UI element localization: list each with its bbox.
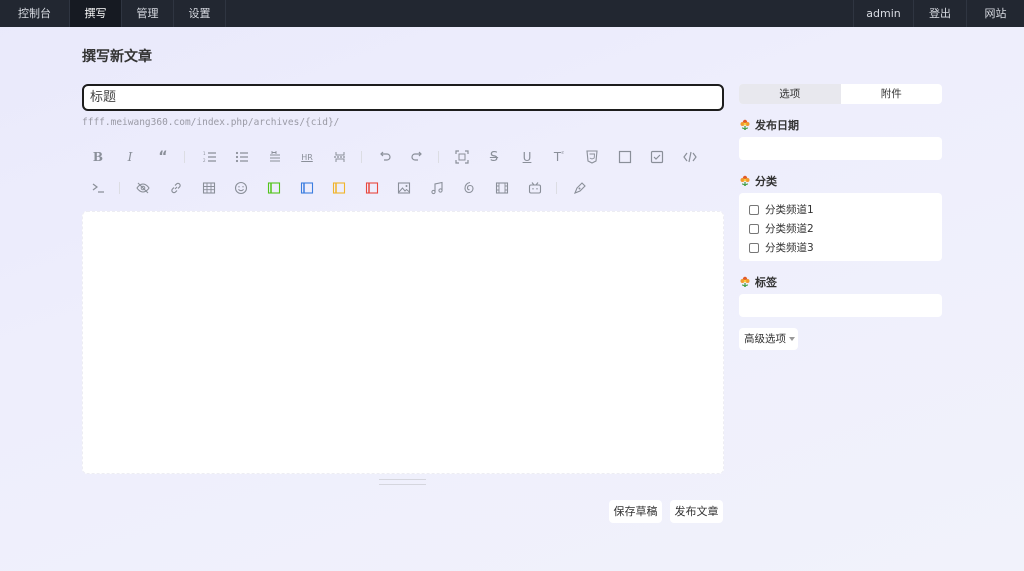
publish-button[interactable]: 发布文章: [670, 500, 723, 523]
toolbar-divider: [119, 182, 120, 194]
category-checkbox[interactable]: [749, 204, 759, 215]
unordered-list-icon[interactable]: [231, 146, 253, 168]
hr-icon[interactable]: HR: [296, 146, 318, 168]
tab-options[interactable]: 选项: [739, 84, 841, 104]
html-icon[interactable]: [581, 146, 603, 168]
undo-icon[interactable]: [374, 146, 396, 168]
music-icon[interactable]: [426, 177, 448, 199]
editor-resize-handle[interactable]: [379, 479, 426, 485]
tab-attachments[interactable]: 附件: [841, 84, 943, 104]
callout-red-icon[interactable]: [361, 177, 383, 199]
top-nav: 控制台 撰写 管理 设置 admin 登出 网站: [0, 0, 1024, 27]
advanced-options-button[interactable]: 高级选项: [739, 328, 798, 350]
link-icon[interactable]: [165, 177, 187, 199]
nav-left: 控制台 撰写 管理 设置: [0, 0, 226, 27]
callout-green-icon[interactable]: [263, 177, 285, 199]
toolbar-divider: [361, 151, 362, 163]
svg-text:2: 2: [203, 158, 206, 163]
pen-icon[interactable]: [569, 177, 591, 199]
nav-website[interactable]: 网站: [966, 0, 1024, 27]
video-icon[interactable]: [491, 177, 513, 199]
publish-date-input[interactable]: [739, 137, 942, 160]
nav-write[interactable]: 撰写: [70, 0, 122, 27]
hide-icon[interactable]: [132, 177, 154, 199]
category-item-label: 分类频道3: [765, 242, 814, 254]
editor-textarea[interactable]: [82, 211, 724, 474]
superscript-icon[interactable]: T²: [548, 146, 570, 168]
strikethrough-icon[interactable]: S: [483, 146, 505, 168]
caret-down-icon: [789, 337, 795, 341]
category-checkbox[interactable]: [749, 223, 759, 234]
callout-yellow-icon[interactable]: [328, 177, 350, 199]
toolbar-divider: [556, 182, 557, 194]
page-title: 撰写新文章: [82, 49, 152, 65]
category-item[interactable]: 分类频道3: [749, 240, 814, 255]
nav-dashboard[interactable]: 控制台: [0, 0, 70, 27]
nav-settings[interactable]: 设置: [174, 0, 226, 27]
flower-icon: [740, 276, 750, 288]
editor-toolbar-row-2: [82, 177, 724, 199]
svg-text:1: 1: [203, 151, 206, 156]
nav-logout[interactable]: 登出: [913, 0, 966, 27]
category-item[interactable]: 分类频道1: [749, 202, 814, 217]
category-checkbox[interactable]: [749, 242, 759, 253]
flower-icon: [740, 119, 750, 131]
publish-date-label-text: 发布日期: [755, 119, 799, 132]
table-icon[interactable]: [198, 177, 220, 199]
callout-blue-icon[interactable]: [296, 177, 318, 199]
italic-icon[interactable]: I: [119, 146, 141, 168]
underline-icon[interactable]: U: [516, 146, 538, 168]
more-break-icon[interactable]: [329, 146, 351, 168]
title-input[interactable]: 标题: [82, 84, 724, 111]
category-list: 分类频道1 分类频道2 分类频道3: [739, 193, 942, 261]
ordered-list-icon[interactable]: 12: [199, 146, 221, 168]
checkbox-checked-icon[interactable]: [646, 146, 668, 168]
image-icon[interactable]: [393, 177, 415, 199]
nav-right: admin 登出 网站: [853, 0, 1024, 27]
editor-toolbar-row-1: B I “ 12 HR S U T²: [82, 146, 724, 168]
category-label-text: 分类: [755, 175, 777, 188]
fullscreen-icon[interactable]: [451, 146, 473, 168]
emoji-icon[interactable]: [230, 177, 252, 199]
quote-icon[interactable]: “: [152, 146, 174, 168]
flower-icon: [740, 175, 750, 187]
publish-date-label: 发布日期: [739, 117, 799, 133]
netease-icon[interactable]: [458, 177, 480, 199]
toolbar-divider: [184, 151, 185, 163]
bilibili-icon[interactable]: [524, 177, 546, 199]
category-item-label: 分类频道2: [765, 223, 814, 235]
category-item[interactable]: 分类频道2: [749, 221, 814, 236]
nav-user[interactable]: admin: [853, 0, 913, 27]
checkbox-empty-icon[interactable]: [614, 146, 636, 168]
sidebar-tabs: 选项 附件: [739, 84, 942, 104]
tags-label: 标签: [739, 274, 777, 290]
save-draft-button[interactable]: 保存草稿: [609, 500, 662, 523]
category-item-label: 分类频道1: [765, 204, 814, 216]
advanced-options-label: 高级选项: [744, 333, 786, 345]
terminal-icon[interactable]: [87, 177, 109, 199]
code-icon[interactable]: [679, 146, 701, 168]
heading-icon[interactable]: [264, 146, 286, 168]
permalink: ffff.meiwang360.com/index.php/archives/{…: [82, 117, 340, 128]
category-label: 分类: [739, 173, 777, 189]
tags-input[interactable]: [739, 294, 942, 317]
nav-manage[interactable]: 管理: [122, 0, 174, 27]
tags-label-text: 标签: [755, 276, 777, 289]
toolbar-divider: [438, 151, 439, 163]
redo-icon[interactable]: [406, 146, 428, 168]
bold-icon[interactable]: B: [87, 146, 109, 168]
